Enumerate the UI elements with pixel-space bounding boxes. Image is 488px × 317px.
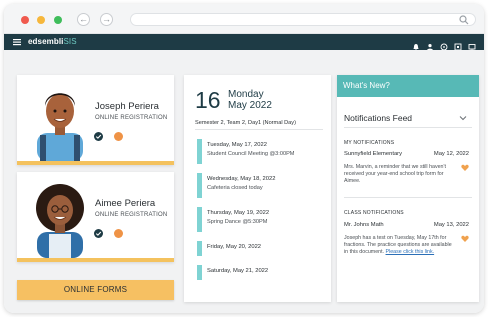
calendar-event[interactable]: Thursday, May 19, 2022 Spring Dance @5:3… [197, 207, 323, 232]
check-circle-icon [94, 132, 103, 141]
event-date: Friday, May 20, 2022 [207, 244, 262, 250]
event-description: Spring Dance @5:30PM [207, 219, 268, 225]
maximize-window-button[interactable] [54, 16, 62, 24]
calendar-panel: 16 Monday May 2022 Semester 2, Team 2, D… [184, 75, 331, 302]
notification-source: Mr. Johns Math [344, 222, 384, 228]
notification-message: Mrs. Marvin, a reminder that we still ha… [344, 164, 446, 184]
event-date: Saturday, May 21, 2022 [207, 268, 269, 274]
student-subtitle: ONLINE REGISTRATION [95, 115, 168, 121]
whats-new-header: What's New? [337, 75, 479, 97]
calendar-day-number: 16 [195, 87, 221, 113]
chevron-down-icon[interactable] [459, 114, 467, 122]
divider [344, 127, 472, 128]
browser-toolbar: ← → [4, 4, 484, 34]
event-description: Student Council Meeting @3:00PM [207, 151, 295, 157]
calendar-weekday: Monday [228, 89, 264, 100]
forward-button[interactable]: → [100, 13, 113, 26]
class-notifications-label: CLASS NOTIFICATIONS [344, 210, 404, 216]
browser-window: ← → edsembliSIS Joseph Periera ONLINE RE… [4, 4, 484, 313]
close-window-button[interactable] [21, 16, 29, 24]
notification-source: Sunnyfield Elementary [344, 151, 402, 157]
minimize-window-button[interactable] [37, 16, 45, 24]
divider [195, 129, 323, 130]
notifications-feed-title: Notifications Feed [344, 113, 413, 123]
app-logo[interactable]: edsembliSIS [28, 37, 77, 46]
student-subtitle: ONLINE REGISTRATION [95, 212, 168, 218]
calendar-event[interactable]: Wednesday, May 18, 2022 Cafeteria closed… [197, 173, 323, 198]
whats-new-title: What's New? [343, 81, 390, 90]
online-forms-button[interactable]: ONLINE FORMS [17, 280, 174, 300]
calendar-month-year: May 2022 [228, 100, 272, 111]
student-photo [36, 184, 84, 258]
search-icon [459, 15, 469, 25]
status-dot [114, 132, 123, 141]
event-description: Cafeteria closed today [207, 185, 263, 191]
calendar-event[interactable]: Saturday, May 21, 2022 [197, 265, 323, 280]
my-notifications-label: MY NOTIFICATIONS [344, 140, 395, 146]
student-name: Joseph Periera [95, 101, 159, 112]
heart-icon[interactable] [461, 164, 469, 172]
dashboard: Joseph Periera ONLINE REGISTRATION Aimee… [4, 50, 484, 313]
heart-icon[interactable] [461, 235, 469, 243]
calendar-event[interactable]: Friday, May 20, 2022 [197, 241, 323, 256]
back-button[interactable]: ← [77, 13, 90, 26]
student-card-joseph[interactable]: Joseph Periera ONLINE REGISTRATION [17, 75, 174, 165]
student-card-aimee[interactable]: Aimee Periera ONLINE REGISTRATION [17, 172, 174, 262]
divider [344, 197, 472, 198]
event-date: Wednesday, May 18, 2022 [207, 176, 276, 182]
settings-icon[interactable] [454, 38, 462, 51]
header-icons [412, 38, 476, 51]
app-header: edsembliSIS [4, 34, 484, 51]
semester-info: Semester 2, Team 2, Day1 (Normal Day) [195, 120, 296, 126]
bell-icon[interactable] [412, 38, 420, 51]
event-date: Thursday, May 19, 2022 [207, 210, 270, 216]
student-name: Aimee Periera [95, 198, 156, 209]
document-link[interactable]: Please click this link. [386, 249, 435, 255]
student-photo [37, 93, 83, 161]
check-circle-icon [94, 229, 103, 238]
status-dot [114, 229, 123, 238]
event-date: Tuesday, May 17, 2022 [207, 142, 267, 148]
user-icon[interactable] [426, 38, 434, 51]
notification-date: May 12, 2022 [433, 151, 469, 157]
notification-message: Joseph has a test on Tuesday, May 17th f… [344, 235, 456, 256]
address-bar[interactable] [130, 13, 476, 26]
whats-new-panel: What's New? Notifications Feed MY NOTIFI… [337, 75, 479, 302]
help-icon[interactable] [440, 38, 448, 51]
calendar-event[interactable]: Tuesday, May 17, 2022 Student Council Me… [197, 139, 323, 164]
notification-date: May 13, 2022 [433, 222, 469, 228]
menu-icon[interactable] [12, 37, 22, 47]
logout-icon[interactable] [468, 38, 476, 51]
